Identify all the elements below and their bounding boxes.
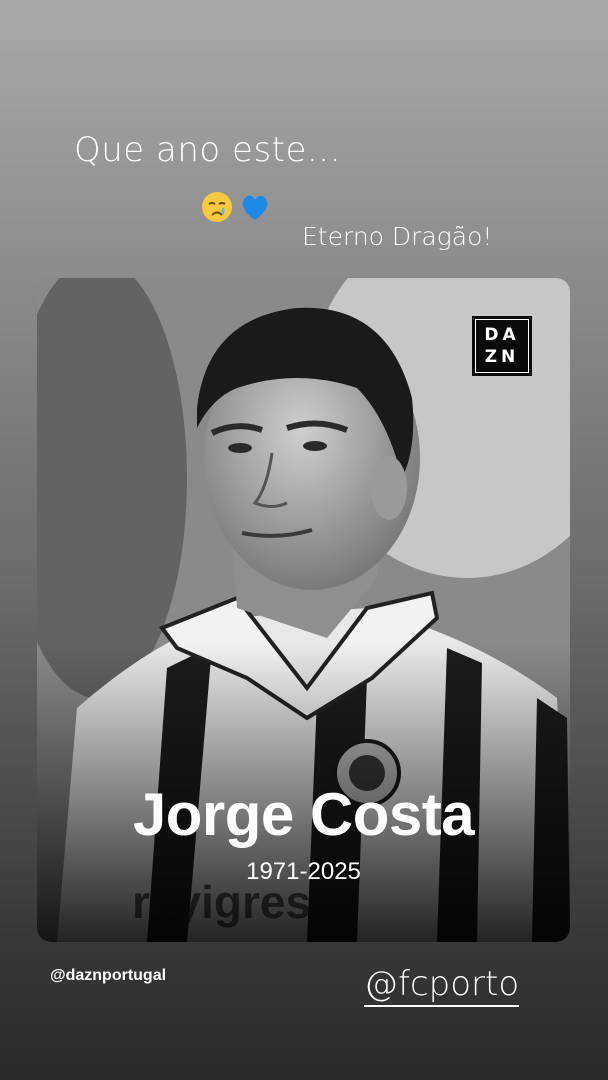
source-account-handle[interactable]: @daznportugal: [50, 967, 166, 985]
dazn-logo-line1: DA: [484, 325, 520, 345]
blue-heart-icon: [242, 195, 268, 220]
emoji-row: [200, 190, 272, 224]
dazn-logo-line2: ZN: [484, 347, 520, 367]
crying-face-icon: [202, 192, 232, 222]
player-years: 1971-2025: [246, 858, 361, 885]
mention-sticker[interactable]: @fcporto: [364, 964, 520, 1007]
story-caption-que-ano-este: Que ano este...: [74, 130, 341, 170]
player-name: Jorge Costa: [132, 781, 475, 848]
dazn-logo: DA ZN: [472, 316, 532, 376]
story-caption-eterno-dragao: Eterno Dragão!: [302, 222, 493, 251]
shared-post-card[interactable]: reyigres DA ZN Jorge Costa 1971-2025: [37, 278, 570, 942]
